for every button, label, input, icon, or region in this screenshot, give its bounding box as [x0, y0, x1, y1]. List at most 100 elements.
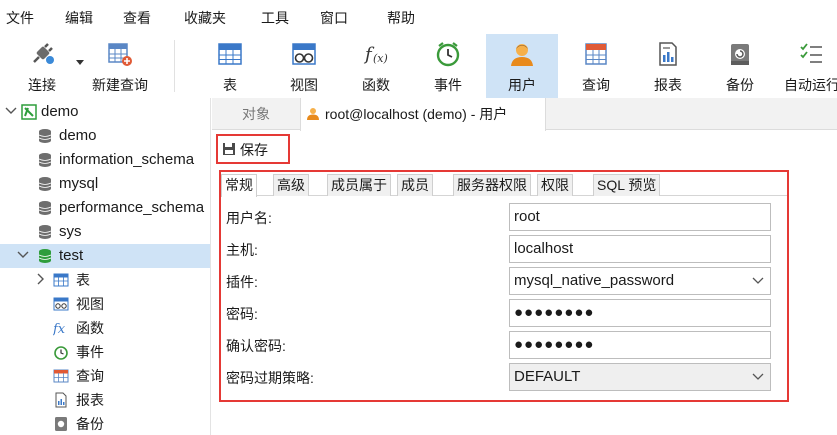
menu-help[interactable]: 帮助	[387, 9, 415, 27]
user-form-panel: 常规 高级 成员属于 成员 服务器权限 权限 SQL 预览 用户名: root …	[219, 170, 789, 402]
tree-label: 报表	[76, 392, 104, 408]
tree-label: mysql	[59, 175, 99, 192]
tab-user-root[interactable]: root@localhost (demo) - 用户	[300, 98, 546, 131]
menu-tools[interactable]: 工具	[261, 9, 289, 27]
toolbar: 连接 新建查询 表 视图 f (x) 函数 事件 用户 查询 报表 备份 自动运…	[0, 34, 837, 98]
save-button[interactable]: 保存	[216, 134, 290, 164]
subtab-general[interactable]: 常规	[221, 174, 257, 197]
password-expire-value: DEFAULT	[514, 368, 581, 385]
auto-run-button[interactable]: 自动运行	[778, 34, 837, 98]
username-label: 用户名:	[226, 210, 272, 226]
plugin-select[interactable]: mysql_native_password	[509, 267, 771, 295]
menu-file[interactable]: 文件	[6, 9, 34, 27]
tree-reports[interactable]: 报表	[0, 388, 210, 412]
function-icon: fx	[53, 322, 66, 336]
tree-label: information_schema	[59, 151, 195, 168]
database-icon	[38, 249, 52, 263]
svg-text:(x): (x)	[373, 52, 388, 65]
subtab-members[interactable]: 成员	[397, 174, 433, 196]
chevron-down-icon[interactable]	[4, 104, 18, 118]
connection-icon	[21, 104, 37, 120]
backup-label: 备份	[726, 77, 754, 93]
save-icon	[223, 143, 235, 155]
confirm-password-field[interactable]: ●●●●●●●●	[509, 331, 771, 359]
action-bar: 保存	[212, 130, 837, 166]
clock-icon	[54, 346, 68, 360]
password-expire-select[interactable]: DEFAULT	[509, 363, 771, 391]
connect-label: 连接	[28, 77, 56, 93]
backup-icon	[731, 44, 749, 65]
report-button[interactable]: 报表	[634, 34, 702, 98]
tree-db-demo[interactable]: demo	[0, 124, 210, 148]
subtab-member-of[interactable]: 成员属于	[327, 174, 391, 196]
tree-label: demo	[41, 103, 79, 120]
tab-objects[interactable]: 对象	[242, 98, 270, 130]
report-icon	[659, 42, 677, 66]
query-label: 查询	[582, 77, 610, 93]
menu-view[interactable]: 查看	[123, 9, 151, 27]
chevron-down-icon[interactable]	[16, 248, 30, 262]
table-icon	[53, 273, 69, 287]
report-icon	[55, 392, 67, 408]
tree-queries[interactable]: 查询	[0, 364, 210, 388]
chevron-down-icon[interactable]	[76, 60, 84, 66]
checklist-icon	[800, 43, 822, 63]
query-button[interactable]: 查询	[562, 34, 630, 98]
view-icon	[292, 43, 316, 65]
backup-icon	[55, 417, 67, 431]
subtab-privileges[interactable]: 权限	[537, 174, 573, 196]
menu-window[interactable]: 窗口	[320, 9, 348, 27]
query-icon	[585, 43, 607, 65]
new-query-button[interactable]: 新建查询	[84, 34, 156, 98]
new-query-label: 新建查询	[92, 77, 148, 93]
table-label: 表	[223, 77, 237, 93]
tree-views[interactable]: 视图	[0, 292, 210, 316]
tree-db-test[interactable]: test	[0, 244, 210, 268]
plugin-value: mysql_native_password	[514, 272, 675, 289]
tree-backups[interactable]: 备份	[0, 412, 210, 435]
tree-label: 函数	[76, 320, 104, 336]
tree-label: performance_schema	[59, 199, 205, 216]
tree-db-information-schema[interactable]: information_schema	[0, 148, 210, 172]
function-button[interactable]: f (x) 函数	[342, 34, 410, 98]
host-row: 主机: localhost	[221, 233, 787, 265]
view-button[interactable]: 视图	[270, 34, 338, 98]
new-query-icon	[108, 43, 132, 66]
tree-label: 事件	[76, 344, 104, 360]
subtab-advanced[interactable]: 高级	[273, 174, 309, 196]
menu-favorites[interactable]: 收藏夹	[184, 9, 226, 27]
tree-label: 查询	[76, 368, 104, 384]
report-label: 报表	[654, 77, 682, 93]
tree-db-mysql[interactable]: mysql	[0, 172, 210, 196]
tree-db-performance-schema[interactable]: performance_schema	[0, 196, 210, 220]
view-label: 视图	[290, 77, 318, 93]
host-label: 主机:	[226, 242, 258, 258]
user-button[interactable]: 用户	[486, 34, 558, 98]
connect-button[interactable]: 连接	[10, 34, 74, 98]
tab-user-label: root@localhost (demo) - 用户	[325, 106, 508, 122]
password-expire-row: 密码过期策略: DEFAULT	[221, 361, 787, 393]
chevron-right-icon[interactable]	[33, 272, 47, 286]
backup-button[interactable]: 备份	[706, 34, 774, 98]
tree-functions[interactable]: fx 函数	[0, 316, 210, 340]
username-field[interactable]: root	[509, 203, 771, 231]
table-button[interactable]: 表	[196, 34, 264, 98]
user-icon	[307, 108, 319, 120]
event-button[interactable]: 事件	[414, 34, 482, 98]
confirm-password-row: 确认密码: ●●●●●●●●	[221, 329, 787, 361]
tree-label: demo	[59, 127, 97, 144]
tree-db-sys[interactable]: sys	[0, 220, 210, 244]
tree-events[interactable]: 事件	[0, 340, 210, 364]
subtab-server-privileges[interactable]: 服务器权限	[453, 174, 531, 196]
menu-edit[interactable]: 编辑	[65, 9, 93, 27]
user-icon	[511, 44, 533, 66]
username-row: 用户名: root	[221, 201, 787, 233]
user-label: 用户	[508, 77, 536, 93]
toolbar-separator	[174, 40, 175, 92]
password-field[interactable]: ●●●●●●●●	[509, 299, 771, 327]
tree-connection-demo[interactable]: demo	[0, 100, 210, 124]
tree-tables[interactable]: 表	[0, 268, 210, 292]
subtab-sql-preview[interactable]: SQL 预览	[593, 174, 661, 196]
tree-label: 视图	[76, 296, 104, 312]
host-field[interactable]: localhost	[509, 235, 771, 263]
